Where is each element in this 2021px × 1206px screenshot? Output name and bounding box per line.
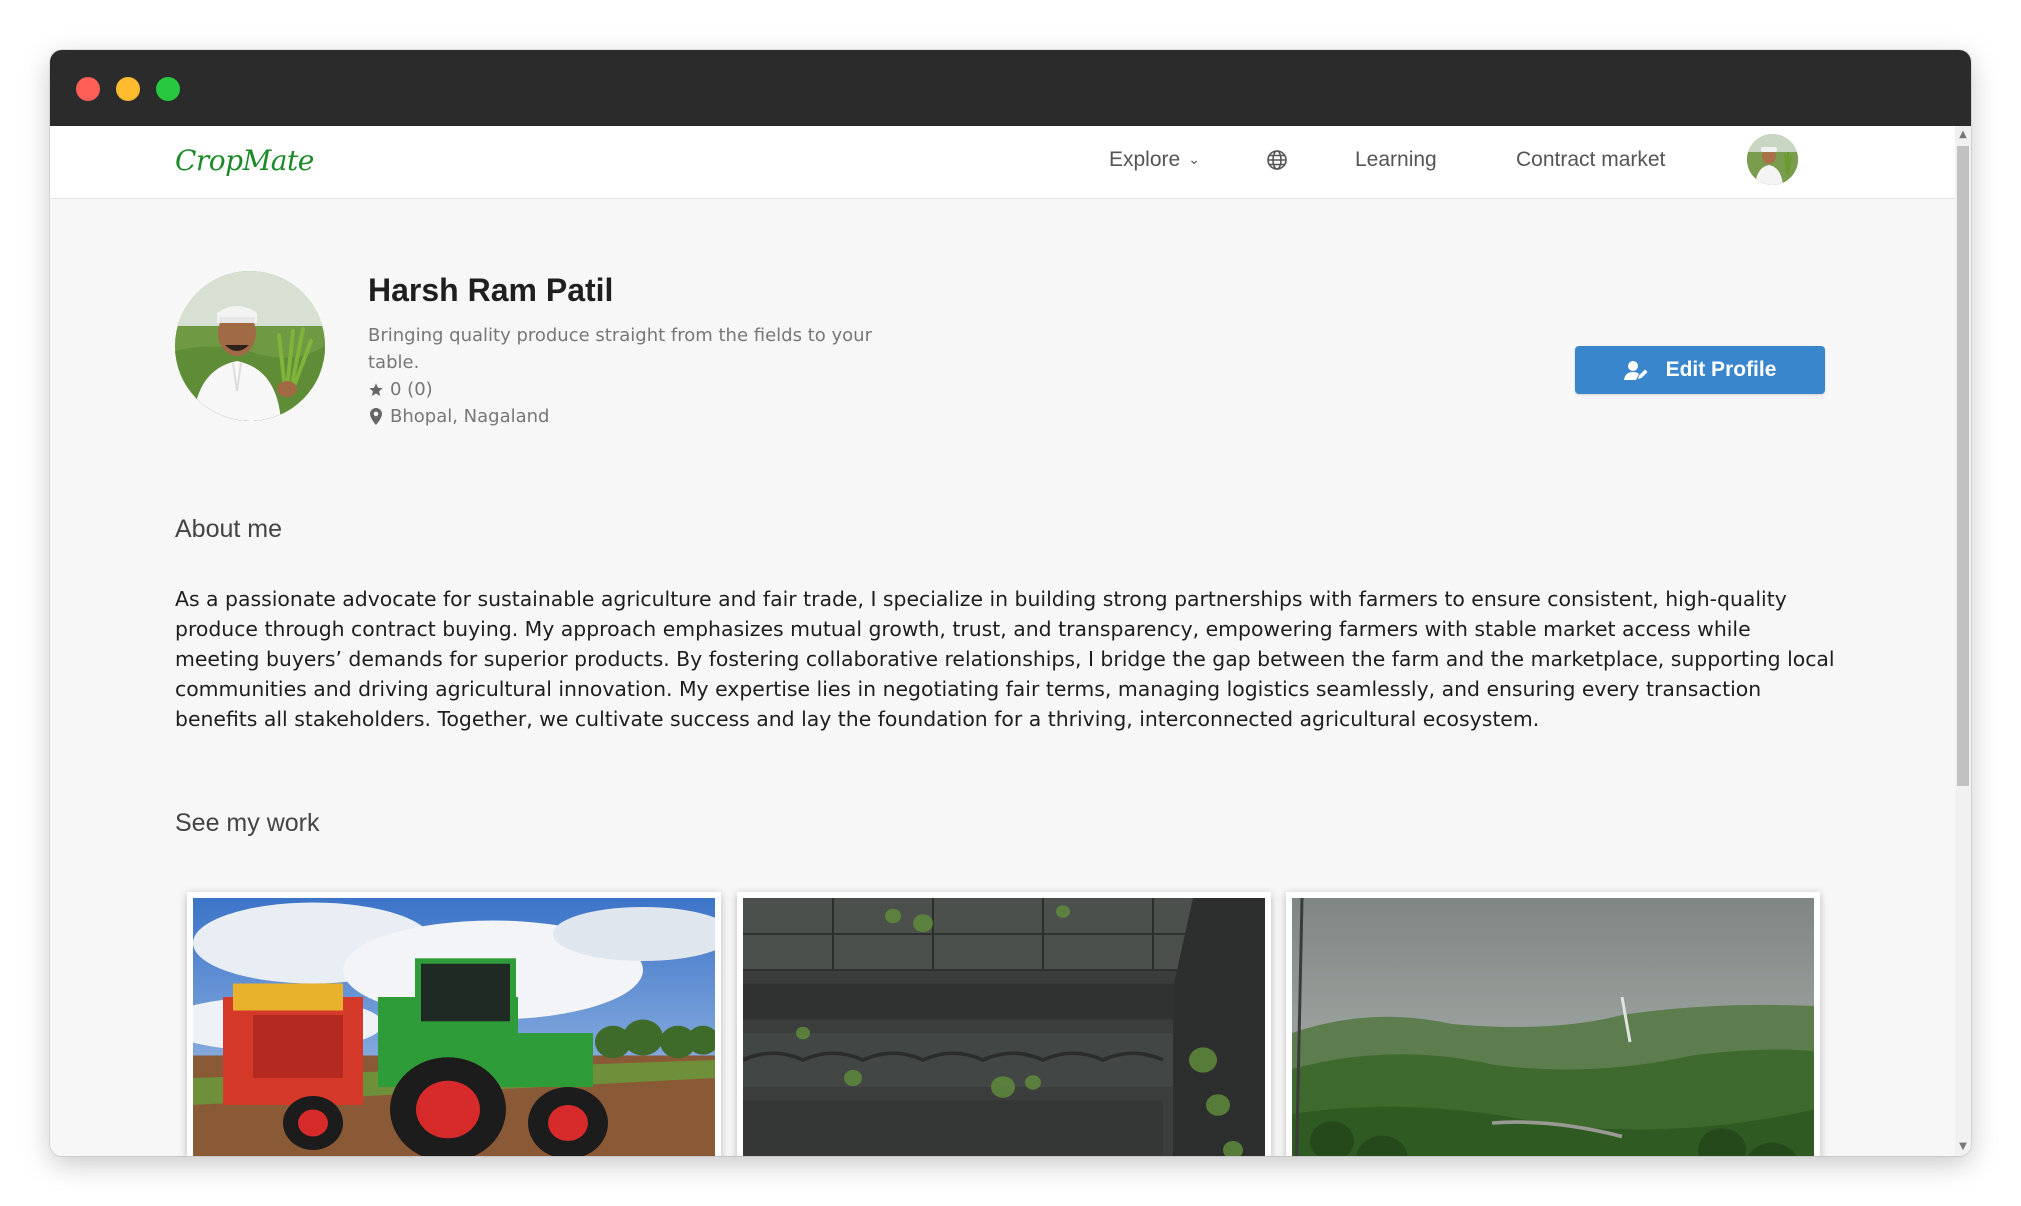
misty-hills-photo [1292,898,1814,1156]
profile-rating: 0 (0) [368,379,433,400]
user-avatar[interactable] [1747,134,1798,185]
explore-label: Explore [1109,148,1181,171]
language-globe-icon[interactable] [1266,149,1288,171]
profile-name: Harsh Ram Patil [368,272,614,308]
scroll-up-arrow-icon[interactable]: ▲ [1958,130,1968,140]
work-item-misty-hills[interactable] [1286,892,1820,1156]
star-icon [369,382,383,396]
browser-window: CropMate Explore ⌄ Learning Contract mark… [50,50,1971,1156]
close-window-button[interactable] [76,77,100,101]
brand-logo[interactable]: CropMate [175,144,314,177]
maximize-window-button[interactable] [156,77,180,101]
about-text: As a passionate advocate for sustainable… [175,587,1835,731]
rating-value: 0 (0) [390,379,433,400]
location-text: Bhopal, Nagaland [390,406,550,427]
minimize-window-button[interactable] [116,77,140,101]
nav-contract-market-link[interactable]: Contract market [1516,148,1665,172]
page-viewport: CropMate Explore ⌄ Learning Contract mark… [50,126,1955,1156]
about-heading: About me [175,515,283,543]
page-scrollbar[interactable]: ▲ ▼ [1955,126,1971,1156]
profile-location: Bhopal, Nagaland [370,406,550,427]
work-heading: See my work [175,809,320,837]
edit-user-icon [1623,361,1648,380]
nav-learning-link[interactable]: Learning [1355,148,1437,172]
location-pin-icon [370,408,382,425]
stone-wall-photo [743,898,1265,1156]
explore-menu[interactable]: Explore ⌄ [1109,148,1200,172]
edit-profile-label: Edit Profile [1665,358,1777,381]
edit-profile-button[interactable]: Edit Profile [1575,346,1825,394]
window-titlebar [50,50,1971,126]
work-item-stone-wall[interactable] [737,892,1271,1156]
chevron-down-icon: ⌄ [1188,151,1200,167]
scroll-down-arrow-icon[interactable]: ▼ [1958,1142,1968,1152]
top-navbar: CropMate Explore ⌄ Learning Contract mark… [50,126,1955,199]
scrollbar-thumb[interactable] [1957,146,1969,786]
profile-tagline: Bringing quality produce straight from t… [368,325,872,373]
profile-photo [175,271,325,421]
tractor-photo [193,898,715,1156]
work-item-tractor[interactable] [187,892,721,1156]
